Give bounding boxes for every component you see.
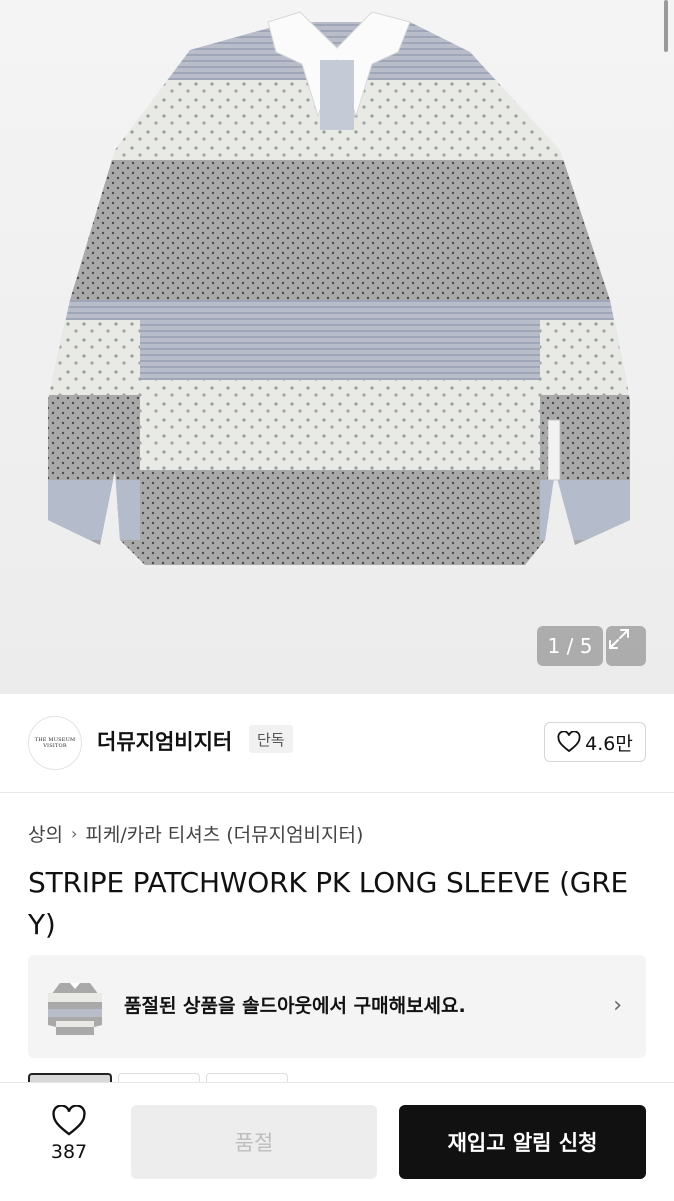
soldout-banner[interactable]: 품절된 상품을 솔드아웃에서 구매해보세요. › (28, 955, 646, 1058)
breadcrumb-category[interactable]: 상의 (28, 820, 63, 847)
brand-logo[interactable]: THE MUSEUM VISITOR (28, 716, 82, 770)
chevron-right-icon: › (613, 993, 622, 1018)
soldout-button[interactable]: 품절 (131, 1105, 377, 1179)
product-photo-shirt (48, 11, 630, 565)
heart-outline-icon (557, 731, 581, 753)
expand-image-button[interactable] (606, 626, 646, 666)
product-thumbnail (48, 983, 102, 1035)
restock-alert-button[interactable]: 재입고 알림 신청 (399, 1105, 646, 1179)
expand-arrows-icon (609, 629, 629, 649)
product-image[interactable]: 1 / 5 (0, 0, 674, 694)
breadcrumb: 상의 › 피케/카라 티셔츠 (더뮤지엄비지터) (28, 820, 363, 847)
wish-count: 387 (50, 1141, 88, 1163)
brand-row: THE MUSEUM VISITOR 더뮤지엄비지터 단독 4.6만 (0, 694, 674, 793)
product-title: STRIPE PATCHWORK PK LONG SLEEVE (GREY) (28, 866, 629, 941)
chevron-right-icon: › (70, 824, 78, 843)
image-counter: 1 / 5 (537, 626, 603, 666)
brand-like-button[interactable]: 4.6만 (544, 722, 646, 762)
bottom-action-bar: 387 품절 재입고 알림 신청 (0, 1082, 674, 1201)
wish-button[interactable]: 387 (30, 1105, 108, 1175)
soldout-banner-text: 품절된 상품을 솔드아웃에서 구매해보세요. (124, 995, 466, 1017)
brand-logo-text: THE MUSEUM VISITOR (34, 737, 76, 749)
heart-outline-icon (52, 1105, 86, 1136)
brand-like-count: 4.6만 (585, 732, 633, 755)
brand-name[interactable]: 더뮤지엄비지터 (97, 726, 232, 756)
scrollbar[interactable] (664, 0, 668, 52)
exclusive-badge: 단독 (249, 725, 293, 753)
breadcrumb-subcategory[interactable]: 피케/카라 티셔츠 (더뮤지엄비지터) (85, 820, 363, 847)
